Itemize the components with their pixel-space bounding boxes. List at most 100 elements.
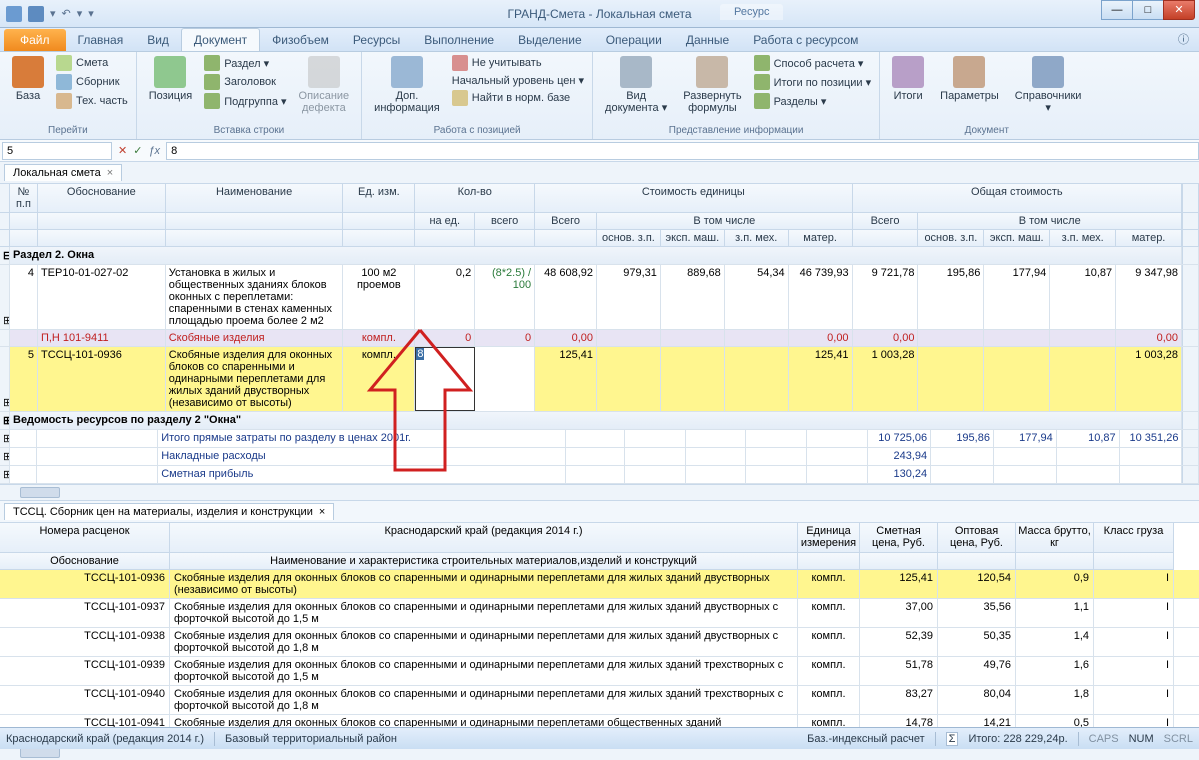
cell: 195,86 <box>931 430 994 447</box>
formula-input[interactable] <box>166 142 1199 160</box>
tab-select[interactable]: Выделение <box>506 29 594 51</box>
tab-resources[interactable]: Ресурсы <box>341 29 412 51</box>
col-vtom1: В том числе <box>597 213 853 229</box>
ribbon-group-insert: Позиция Раздел ▾ Заголовок Подгруппа ▾ О… <box>137 52 362 139</box>
sections-button[interactable]: Разделы ▾ <box>752 92 874 110</box>
bcol-num: Номера расценок <box>0 523 170 553</box>
expand-icon[interactable]: ⊞ <box>3 396 10 409</box>
total-row[interactable]: ⊞ Итого прямые затраты по разделу в цена… <box>0 430 1199 448</box>
cell: 125,41 <box>535 347 597 411</box>
tab-document[interactable]: Документ <box>181 28 260 51</box>
tab-fizob[interactable]: Физобъем <box>260 29 341 51</box>
main-hscroll[interactable] <box>0 484 1199 500</box>
status-num: NUM <box>1129 733 1154 745</box>
techpart-button[interactable]: Тех. часть <box>54 92 130 110</box>
minimize-button[interactable]: — <box>1101 0 1133 20</box>
help-icon[interactable]: ⓘ <box>1168 27 1199 51</box>
table-row[interactable]: ⊞ 4 ТЕР10-01-027-02 Установка в жилых и … <box>0 265 1199 330</box>
cell: 195,86 <box>918 265 984 329</box>
col-kolv: всего <box>475 213 535 229</box>
bottom-row[interactable]: ТССЦ-101-0939Скобяные изделия для оконны… <box>0 657 1199 686</box>
totals-button[interactable]: Итоги <box>886 54 930 104</box>
tab-data[interactable]: Данные <box>674 29 741 51</box>
grid-header-row3: основ. з.п. эксп. маш. з.п. мех. матер. … <box>0 230 1199 247</box>
cell-editing[interactable]: 8 <box>415 347 475 411</box>
bottom-row[interactable]: ТССЦ-101-0940Скобяные изделия для оконны… <box>0 686 1199 715</box>
maximize-button[interactable]: □ <box>1132 0 1164 20</box>
expand-icon[interactable]: ⊞ <box>3 314 10 327</box>
tab-oper[interactable]: Операции <box>594 29 674 51</box>
name-box[interactable] <box>2 142 112 160</box>
cell: 177,94 <box>984 265 1050 329</box>
context-tab-label: Ресурс <box>720 4 783 20</box>
docview-button[interactable]: Вид документа ▾ <box>599 54 673 116</box>
status-bar: Краснодарский край (редакция 2014 г.) Ба… <box>0 727 1199 749</box>
section-button[interactable]: Раздел ▾ <box>202 54 288 72</box>
subgroup-button[interactable]: Подгруппа ▾ <box>202 92 288 110</box>
ribbon-group-label: Вставка строки <box>143 125 355 137</box>
total-row[interactable]: ⊞ Накладные расходы 243,94 <box>0 448 1199 466</box>
tab-view[interactable]: Вид <box>135 29 181 51</box>
expand-icon[interactable]: ⊟ <box>0 247 10 264</box>
sigma-icon[interactable]: Σ <box>946 732 959 746</box>
tab-main[interactable]: Главная <box>66 29 136 51</box>
bottom-row[interactable]: ТССЦ-101-0938Скобяные изделия для оконны… <box>0 628 1199 657</box>
smeta-button[interactable]: Смета <box>54 54 130 72</box>
calcmethod-button[interactable]: Способ расчета ▾ <box>752 54 874 72</box>
main-grid: № п.п Обоснование Наименование Ед. изм. … <box>0 184 1199 501</box>
accept-icon[interactable]: ✓ <box>133 144 142 157</box>
bottom-row[interactable]: ТССЦ-101-0937Скобяные изделия для оконны… <box>0 599 1199 628</box>
cell-obo: П,Н 101-9411 <box>38 330 166 346</box>
expand-formulas-button[interactable]: Развернуть формулы <box>677 54 747 116</box>
col-mat1: матер. <box>789 230 853 246</box>
qat-icon[interactable] <box>6 6 22 22</box>
cell-num: 5 <box>10 347 38 411</box>
close-button[interactable]: ✕ <box>1163 0 1195 20</box>
positiontotals-button[interactable]: Итоги по позиции ▾ <box>752 73 874 91</box>
tab-resource-work[interactable]: Работа с ресурсом <box>741 29 870 51</box>
close-tab-icon[interactable]: × <box>107 167 113 179</box>
defect-desc-button: Описание дефекта <box>293 54 356 116</box>
params-button[interactable]: Параметры <box>934 54 1005 104</box>
table-row-active[interactable]: ⊞ 5 ТССЦ-101-0936 Скобяные изделия для о… <box>0 347 1199 412</box>
position-button[interactable]: Позиция <box>143 54 199 104</box>
base-button[interactable]: База <box>6 54 50 104</box>
cancel-icon[interactable]: ✕ <box>118 144 127 157</box>
cell-obo: ТССЦ-101-0936 <box>38 347 166 411</box>
save-icon[interactable] <box>28 6 44 22</box>
file-tab[interactable]: Файл <box>4 29 66 51</box>
nachur-button[interactable]: Начальный уровень цен ▾ <box>450 73 586 88</box>
ribbon-group-label: Документ <box>886 125 1087 137</box>
total-row[interactable]: ⊞ Сметная прибыль 130,24 <box>0 466 1199 484</box>
table-row[interactable]: П,Н 101-9411 Скобяные изделия компл. 0 0… <box>0 330 1199 347</box>
bcol-mass: Масса брутто, кг <box>1016 523 1094 553</box>
findnorm-button[interactable]: Найти в норм. базе <box>450 89 586 107</box>
section-row[interactable]: ⊟ Раздел 2. Окна <box>0 247 1199 265</box>
cell-ed: компл. <box>343 347 415 411</box>
tab-exec[interactable]: Выполнение <box>412 29 506 51</box>
fx-icon[interactable]: ƒx <box>148 145 166 157</box>
total-label: Накладные расходы <box>158 448 565 465</box>
ribbon-group-presentation: Вид документа ▾ Развернуть формулы Спосо… <box>593 52 880 139</box>
close-tab-icon[interactable]: × <box>319 506 325 518</box>
cell-num: 4 <box>10 265 38 329</box>
expand-icon[interactable]: ⊞ <box>0 412 10 429</box>
bottom-tab[interactable]: ТССЦ. Сборник цен на материалы, изделия … <box>4 503 334 520</box>
doc-tab[interactable]: Локальная смета × <box>4 164 122 181</box>
redo-icon[interactable]: ▾ <box>77 7 83 20</box>
qat-dropdown-icon[interactable]: ▾ <box>50 7 56 20</box>
resources-list-row[interactable]: ⊞ Ведомость ресурсов по разделу 2 "Окна" <box>0 412 1199 430</box>
header-button[interactable]: Заголовок <box>202 73 288 91</box>
ribbon-group-label: Перейти <box>6 125 130 137</box>
dopinfo-button[interactable]: Доп. информация <box>368 54 446 116</box>
cell-kolv: (8*2.5) / 100 <box>475 265 535 329</box>
bottom-row[interactable]: ТССЦ-101-0936Скобяные изделия для оконны… <box>0 570 1199 599</box>
ribbon: База Смета Сборник Тех. часть Перейти По… <box>0 52 1199 140</box>
cell: 9 347,98 <box>1116 265 1182 329</box>
references-button[interactable]: Справочники ▾ <box>1009 54 1088 116</box>
grid-header-row1: № п.п Обоснование Наименование Ед. изм. … <box>0 184 1199 213</box>
sbornik-button[interactable]: Сборник <box>54 73 130 91</box>
undo-icon[interactable]: ↶ <box>62 7 71 20</box>
neuch-button[interactable]: Не учитывать <box>450 54 586 72</box>
cell: 0 <box>475 330 535 346</box>
